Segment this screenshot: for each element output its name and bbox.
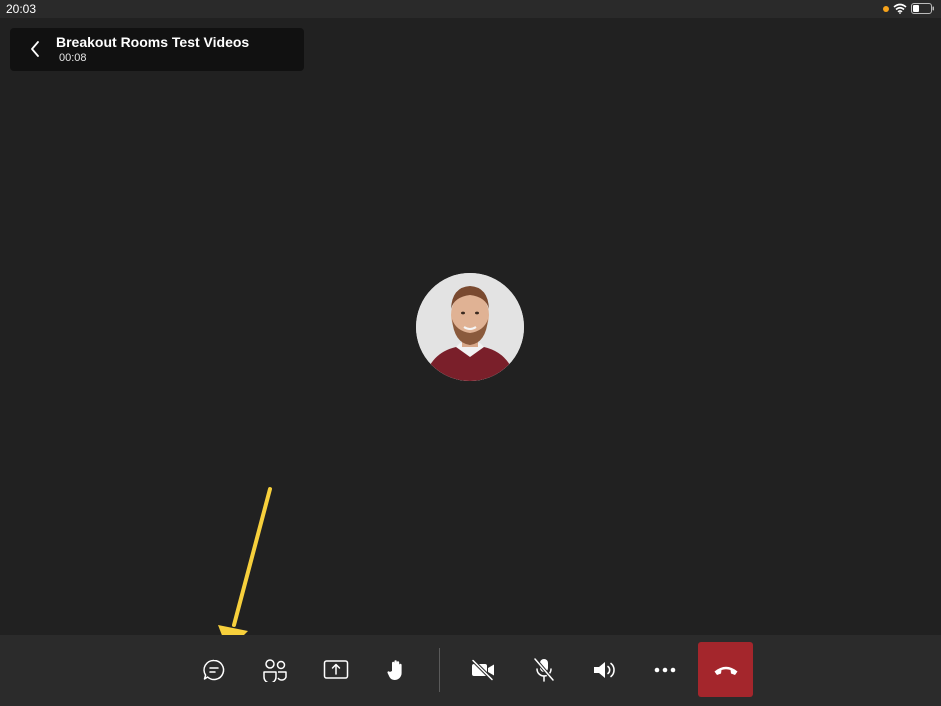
battery-icon [911,3,935,14]
chat-button[interactable] [191,647,237,693]
chevron-left-icon [31,41,39,57]
hand-icon [387,660,402,680]
share-screen-icon [323,660,349,679]
annotation-arrow [218,487,272,651]
participants-button[interactable] [252,647,298,693]
more-button[interactable] [642,647,688,693]
participant-avatar[interactable] [416,273,524,381]
meeting-timer: 00:08 [59,52,87,64]
hang-up-icon [714,666,737,675]
share-button[interactable] [313,647,359,693]
chat-icon [203,659,225,681]
call-toolbar [0,635,941,706]
meeting-header: Breakout Rooms Test Videos 00:08 [10,28,304,71]
speaker-button[interactable] [582,647,628,693]
status-bar: 20:03 [0,0,941,18]
mic-off-icon [533,657,555,682]
hang-up-button[interactable] [698,642,753,697]
meeting-title: Breakout Rooms Test Videos [56,34,250,50]
status-icons [883,3,935,14]
speaker-icon [594,662,615,678]
raise-hand-button[interactable] [373,647,419,693]
meeting-screen: 20:03 Breakout Rooms Test Videos 00:08 [0,0,941,706]
toolbar-divider [439,648,440,692]
status-time: 20:03 [6,2,37,16]
camera-off-icon [471,659,494,681]
microphone-button[interactable] [521,647,567,693]
camera-button[interactable] [460,647,506,693]
recording-dot-icon [883,5,889,12]
back-button[interactable] [24,38,46,60]
more-icon [654,667,676,673]
wifi-icon [893,3,907,14]
people-icon [263,659,287,682]
